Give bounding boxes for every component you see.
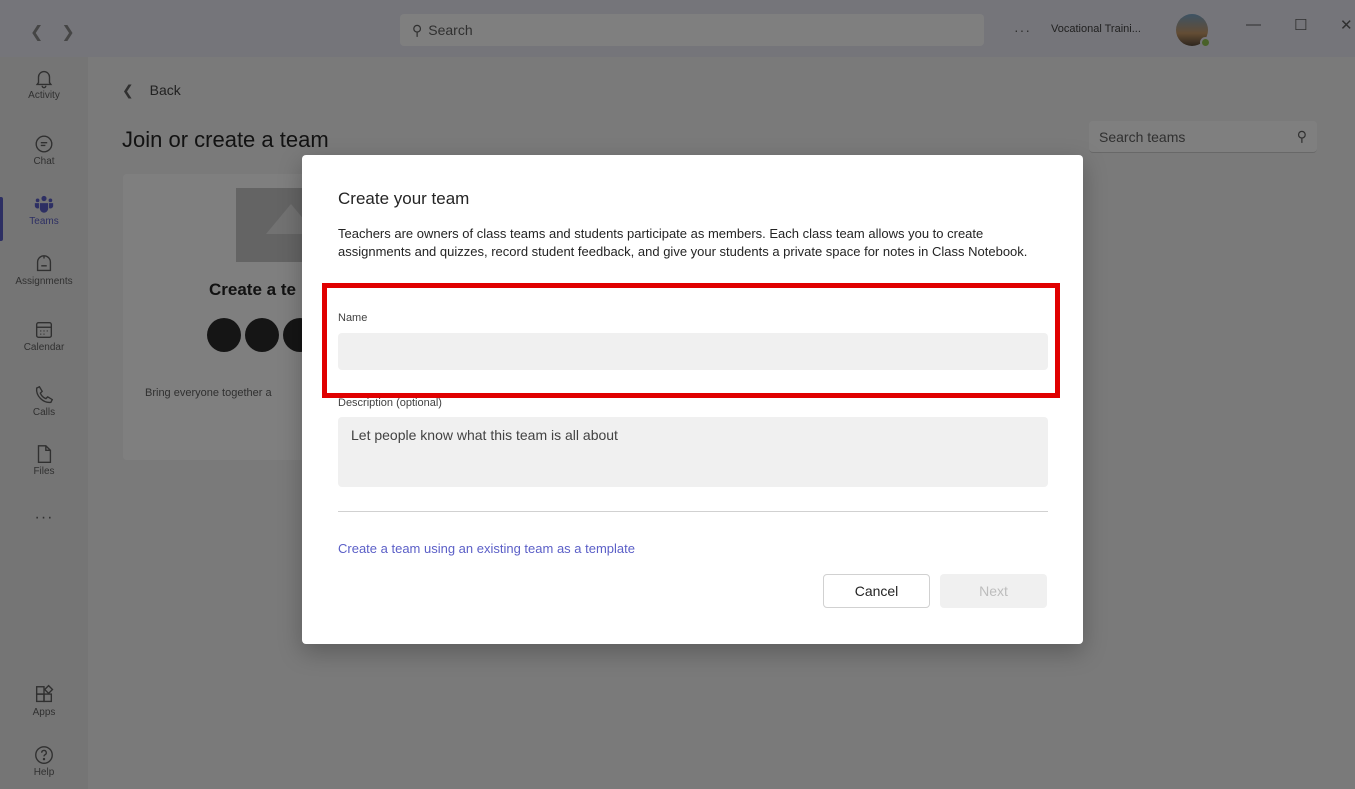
description-label: Description (optional) xyxy=(338,397,442,409)
cancel-button[interactable]: Cancel xyxy=(823,574,930,608)
next-button[interactable]: Next xyxy=(940,574,1047,608)
team-description-input[interactable] xyxy=(338,417,1048,487)
divider xyxy=(338,511,1048,512)
create-team-dialog: Create your team Teachers are owners of … xyxy=(302,155,1083,644)
template-link[interactable]: Create a team using an existing team as … xyxy=(338,541,635,556)
dialog-intro: Teachers are owners of class teams and s… xyxy=(338,226,1028,259)
dialog-title: Create your team xyxy=(338,189,470,208)
highlight-box xyxy=(322,283,1060,398)
